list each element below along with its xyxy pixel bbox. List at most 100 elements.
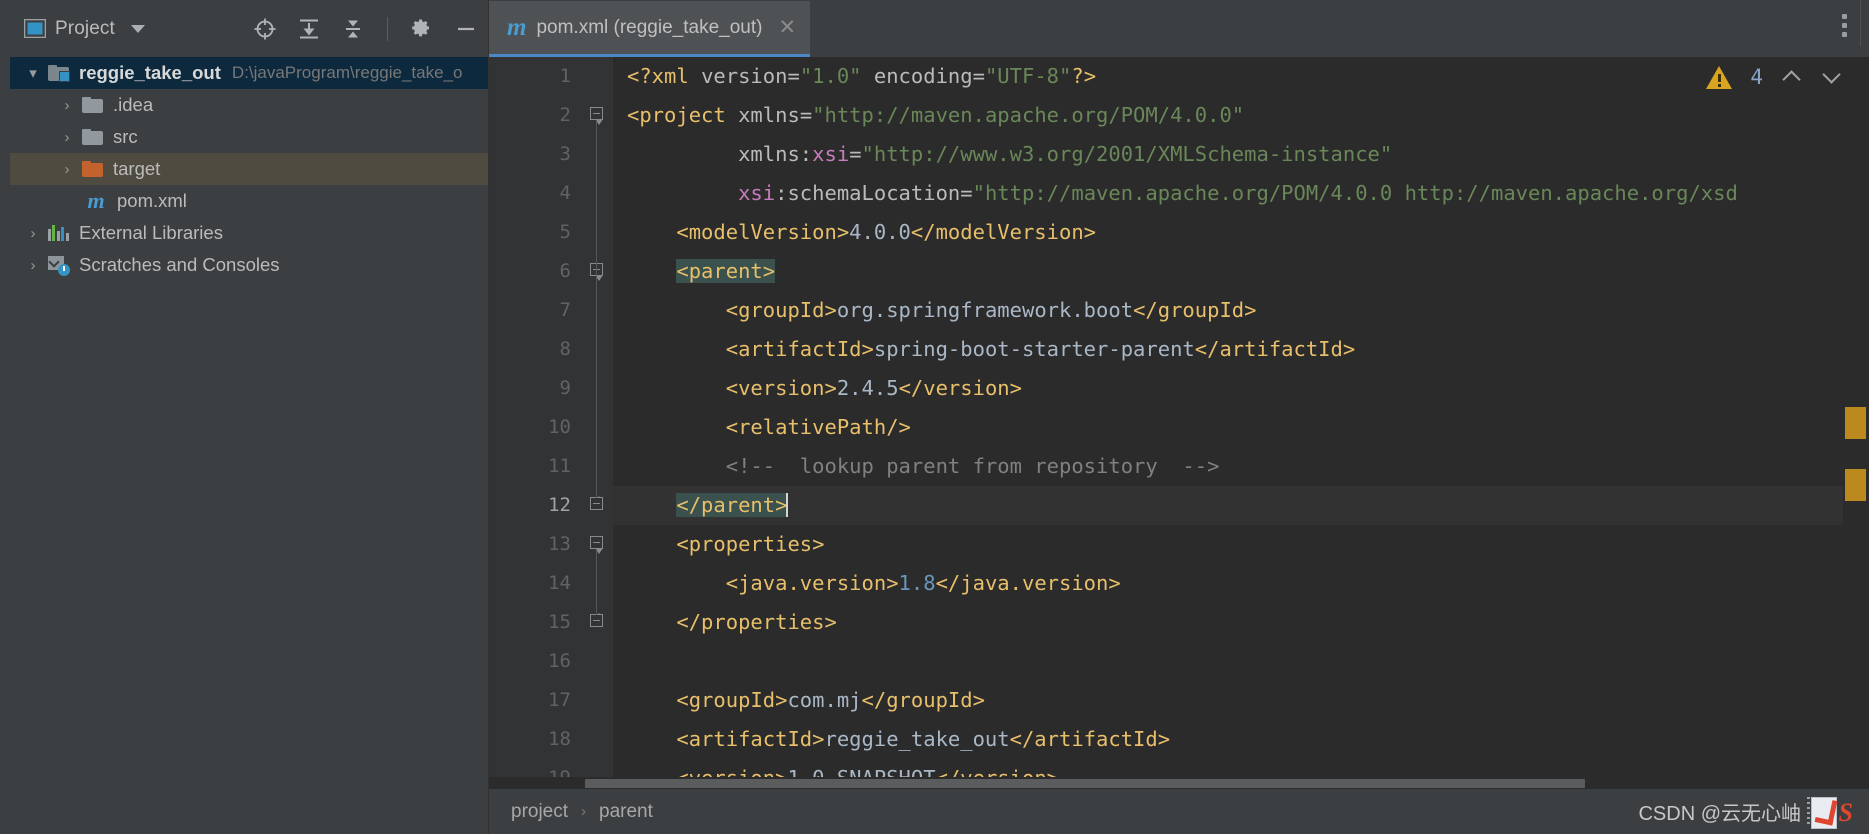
error-stripe-mark[interactable] [1845, 407, 1866, 439]
code-line[interactable] [613, 642, 1843, 681]
fold-end-icon[interactable] [590, 496, 607, 514]
chevron-down-icon[interactable] [1821, 66, 1843, 88]
project-tree[interactable]: ▾ reggie_take_out D:\javaProgram\reggie_… [10, 57, 488, 789]
project-tree-panel: ▾ reggie_take_out D:\javaProgram\reggie_… [0, 57, 488, 789]
collapse-all-icon[interactable] [341, 17, 365, 41]
code-line[interactable]: <properties> [613, 525, 1843, 564]
fold-region-line [596, 276, 597, 498]
tree-item-label: Scratches and Consoles [79, 254, 280, 275]
chevron-down-icon[interactable] [130, 24, 145, 33]
folder-gray-icon [80, 129, 104, 145]
warning-count: 4 [1750, 65, 1763, 89]
code-text-area[interactable]: <?xml version="1.0" encoding="UTF-8"?> <p… [613, 57, 1843, 777]
line-number: 7 [559, 299, 571, 321]
line-number: 4 [559, 182, 571, 204]
toolbar-divider [387, 16, 388, 41]
tree-item-label: External Libraries [79, 222, 223, 243]
tree-item-idea[interactable]: › .idea [10, 89, 488, 121]
line-number: 9 [559, 377, 571, 399]
tree-item-label: src [113, 126, 138, 147]
main-content-row: ▾ reggie_take_out D:\javaProgram\reggie_… [0, 57, 1869, 789]
code-line[interactable]: <relativePath/> [613, 408, 1843, 447]
module-folder-icon [46, 65, 70, 82]
code-line[interactable]: xsi:schemaLocation="http://maven.apache.… [613, 174, 1843, 213]
code-line[interactable]: </properties> [613, 603, 1843, 642]
editor-horizontal-scrollbar[interactable] [489, 777, 1869, 789]
editor-tab-strip: m pom.xml (reggie_take_out) ✕ [488, 0, 1869, 57]
tree-item-src[interactable]: › src [10, 121, 488, 153]
folder-gray-icon [80, 97, 104, 113]
settings-gear-icon[interactable] [410, 17, 434, 41]
editor-area: 12345678910111213141516171819 <?xml vers… [488, 57, 1869, 789]
line-number: 6 [559, 260, 571, 282]
top-toolbar-row: Project m pom.xml (reggie_take_out) ✕ [0, 0, 1869, 184]
error-stripe-mark[interactable] [1845, 469, 1866, 501]
code-line[interactable]: <artifactId>reggie_take_out</artifactId> [613, 720, 1843, 759]
hide-icon[interactable] [454, 17, 478, 41]
folder-orange-icon [80, 161, 104, 177]
chevron-right-icon[interactable]: › [20, 257, 46, 274]
code-line[interactable]: <groupId>org.springframework.boot</group… [613, 291, 1843, 330]
code-line[interactable]: <parent> [613, 252, 1843, 291]
line-number: 5 [559, 221, 571, 243]
warning-triangle-icon[interactable] [1706, 65, 1733, 89]
breadcrumb-separator: › [581, 803, 587, 820]
code-line[interactable]: <?xml version="1.0" encoding="UTF-8"?> [613, 57, 1843, 96]
line-number: 10 [548, 416, 571, 438]
editor-body[interactable]: 12345678910111213141516171819 <?xml vers… [489, 57, 1869, 777]
code-line[interactable]: <modelVersion>4.0.0</modelVersion> [613, 213, 1843, 252]
toolbar-divider [1860, 0, 1861, 46]
tree-item-label: pom.xml [117, 190, 187, 211]
select-opened-file-icon[interactable] [253, 17, 277, 41]
line-number: 12 [548, 494, 571, 516]
chevron-down-icon[interactable]: ▾ [20, 64, 46, 82]
text-caret [786, 493, 789, 517]
maven-file-icon: m [87, 188, 105, 213]
code-line[interactable]: xmlns:xsi="http://www.w3.org/2001/XMLSch… [613, 135, 1843, 174]
fold-expanded-icon[interactable] [590, 536, 607, 554]
editor-tab-pom-xml[interactable]: m pom.xml (reggie_take_out) ✕ [489, 1, 811, 57]
tree-item-pom-xml[interactable]: m pom.xml [10, 185, 488, 217]
inspection-widget: 4 [1706, 65, 1843, 89]
chevron-up-icon[interactable] [1781, 66, 1803, 88]
tree-item-target[interactable]: › target [10, 153, 488, 185]
chevron-right-icon[interactable]: › [20, 225, 46, 242]
fold-expanded-icon[interactable] [590, 107, 607, 125]
fold-end-icon[interactable] [590, 613, 607, 631]
code-folding-gutter[interactable] [585, 57, 613, 777]
code-line[interactable]: <artifactId>spring-boot-starter-parent</… [613, 330, 1843, 369]
csdn-logo-icon: S [1807, 795, 1853, 829]
tree-item-label: reggie_take_out [79, 62, 221, 83]
scrollbar-thumb[interactable] [585, 779, 1585, 788]
kebab-menu-icon[interactable] [1842, 14, 1847, 37]
scratches-icon [46, 256, 70, 276]
chevron-right-icon[interactable]: › [54, 129, 80, 146]
expand-all-icon[interactable] [297, 17, 321, 41]
code-line[interactable]: <java.version>1.8</java.version> [613, 564, 1843, 603]
editor-tab-label: pom.xml (reggie_take_out) [536, 16, 763, 38]
fold-expanded-icon[interactable] [590, 263, 607, 281]
code-line[interactable]: <!-- lookup parent from repository --> [613, 447, 1843, 486]
watermark-text: CSDN @云无心岫 [1638, 803, 1801, 825]
code-line[interactable]: <version>1.0-SNAPSHOT</version> [613, 759, 1843, 777]
code-line[interactable]: <project xmlns="http://maven.apache.org/… [613, 96, 1843, 135]
project-panel-title: Project [55, 17, 115, 39]
line-number: 18 [548, 728, 571, 750]
code-line[interactable]: <groupId>com.mj</groupId> [613, 681, 1843, 720]
line-number: 17 [548, 689, 571, 711]
close-icon[interactable]: ✕ [778, 17, 796, 38]
tree-item-external-libraries[interactable]: › External Libraries [10, 217, 488, 249]
breadcrumb-item-project[interactable]: project [511, 801, 568, 823]
line-number: 13 [548, 533, 571, 555]
code-line[interactable]: <version>2.4.5</version> [613, 369, 1843, 408]
chevron-right-icon[interactable]: › [54, 97, 80, 114]
breadcrumb-item-parent[interactable]: parent [599, 801, 653, 823]
line-number: 14 [548, 572, 571, 594]
tree-item-reggie-take-out[interactable]: ▾ reggie_take_out D:\javaProgram\reggie_… [10, 57, 488, 89]
error-stripe[interactable] [1843, 57, 1869, 777]
fold-region-line [596, 549, 597, 615]
tree-item-scratches-and-consoles[interactable]: › Scratches and Consoles [10, 249, 488, 281]
code-line[interactable]: </parent> [613, 486, 1843, 525]
chevron-right-icon[interactable]: › [54, 161, 80, 178]
line-number: 1 [559, 65, 571, 87]
